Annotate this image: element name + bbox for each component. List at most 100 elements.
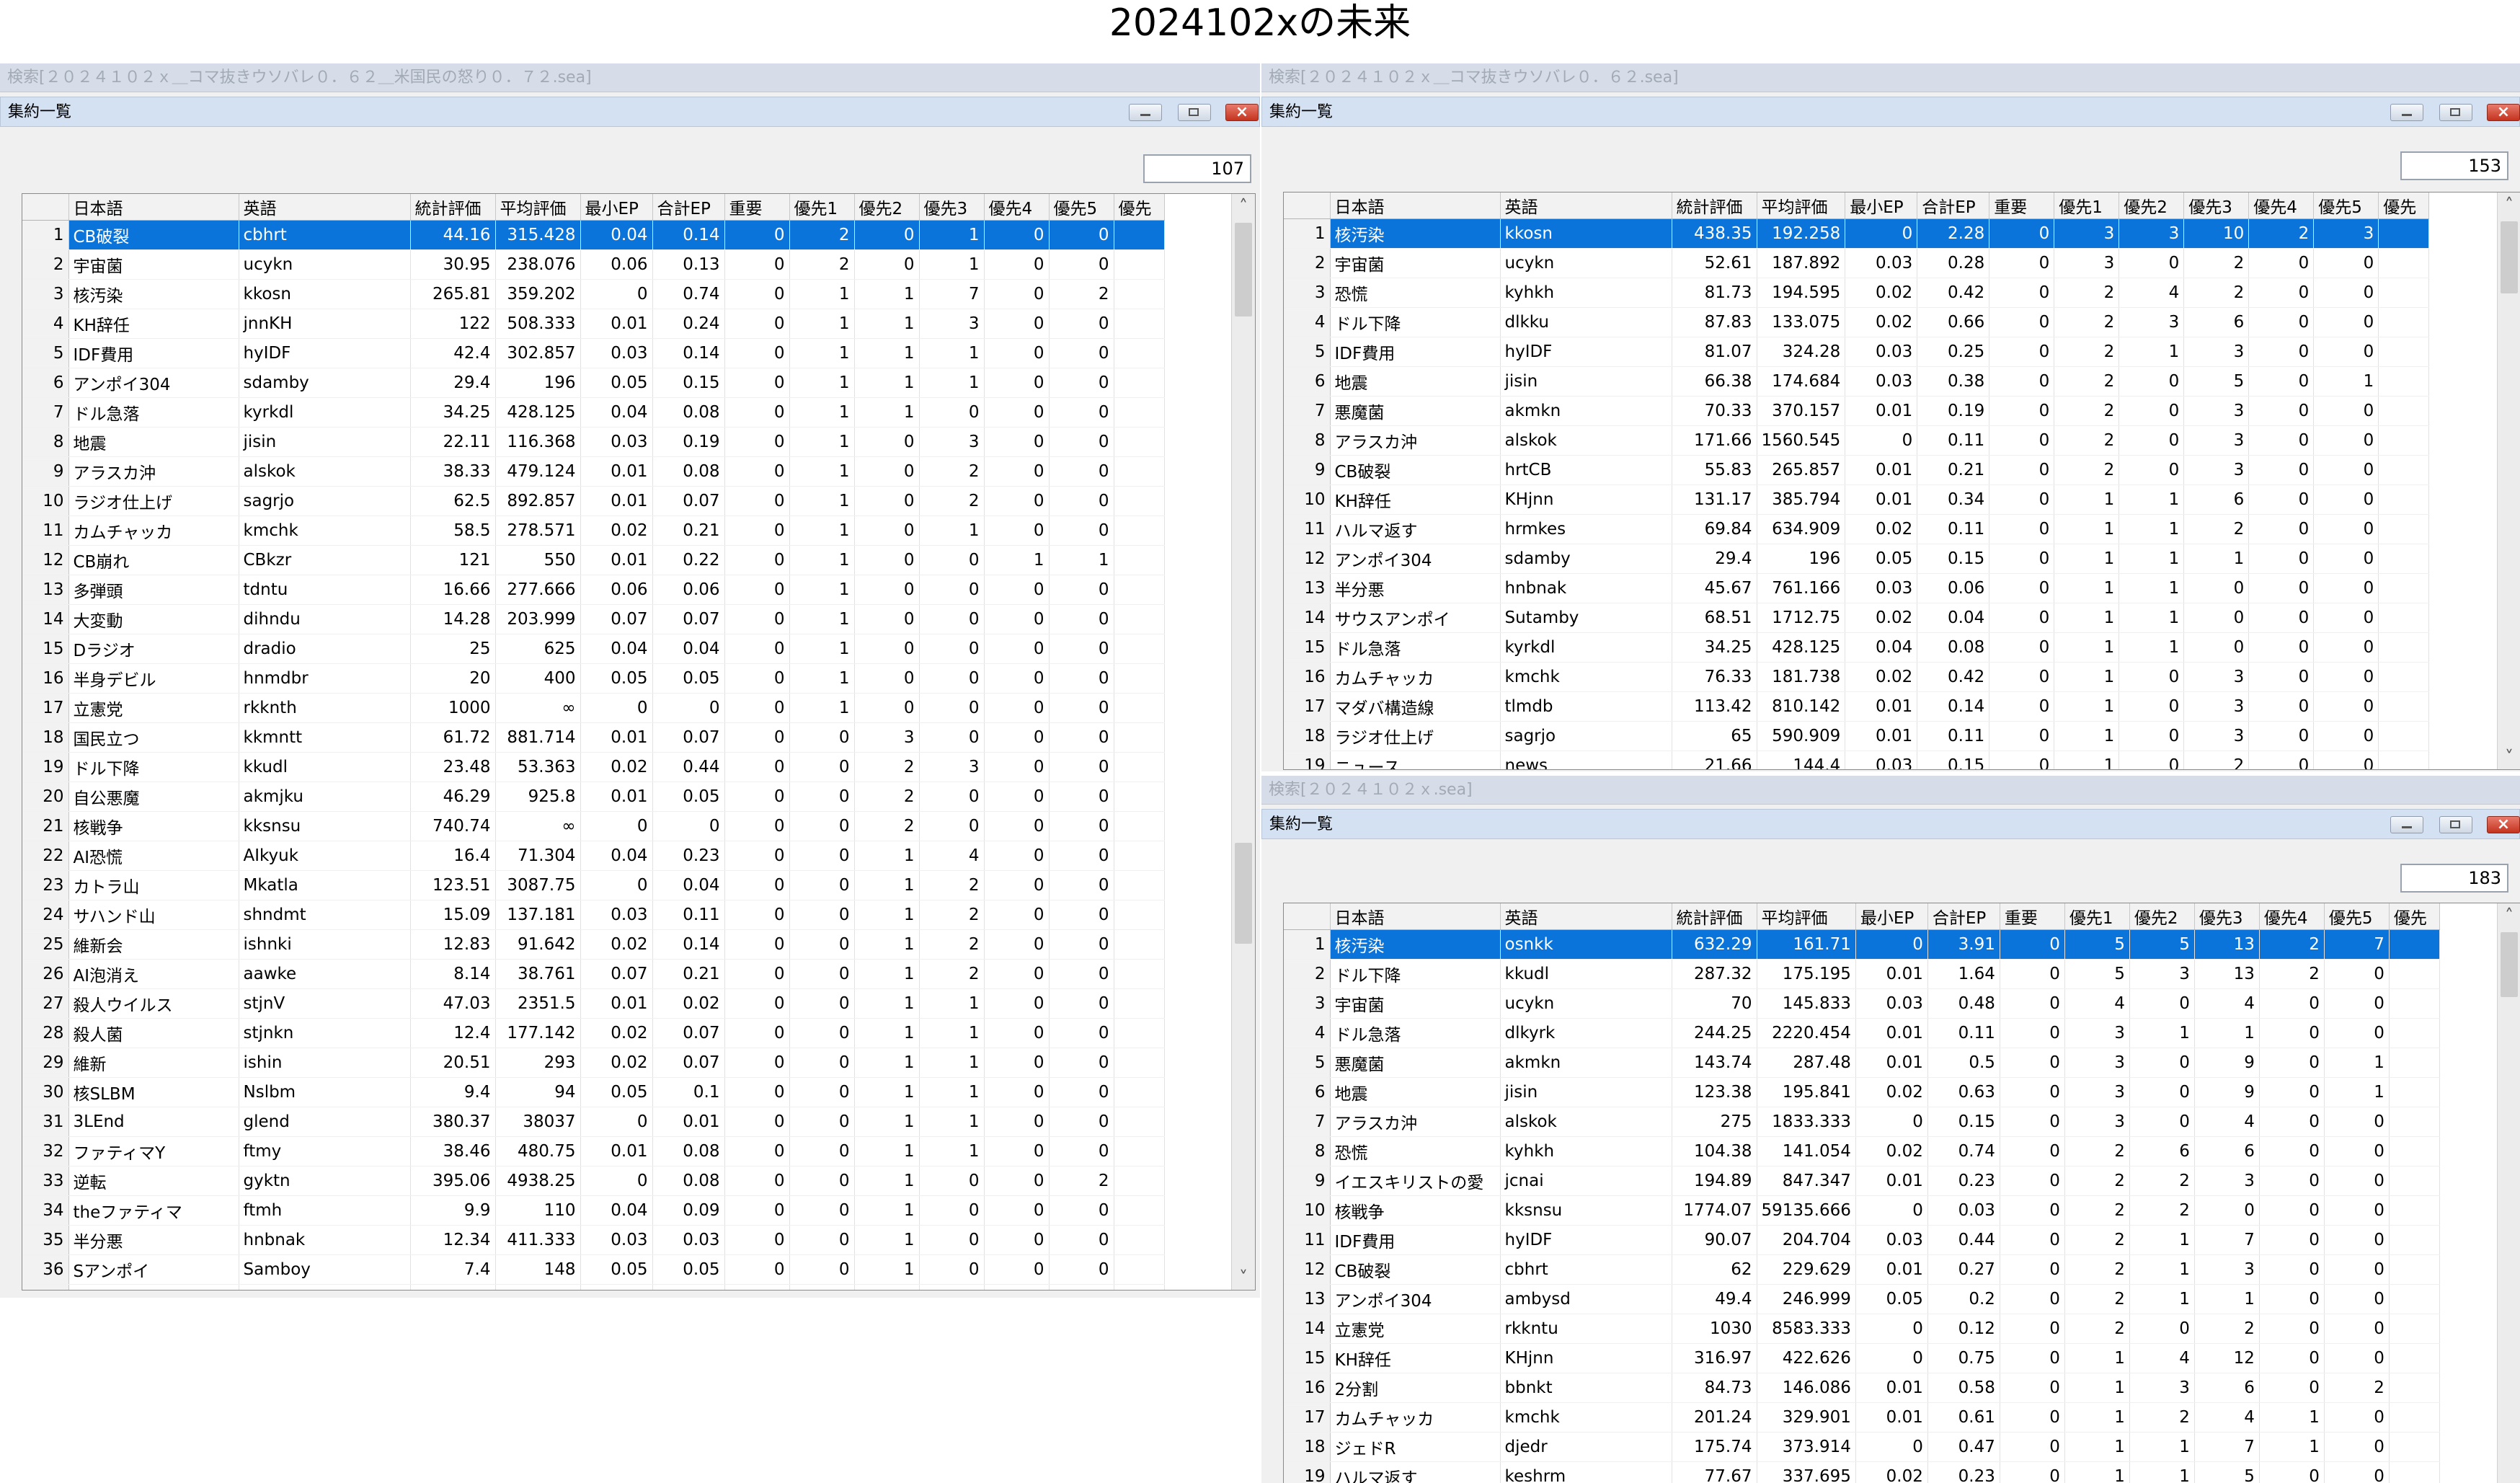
cell-avg-score[interactable]: 508.333 xyxy=(495,309,581,339)
cell-important[interactable]: 0 xyxy=(1989,514,2055,544)
row-number[interactable]: 10 xyxy=(22,486,69,516)
table-row[interactable]: 7 悪魔菌 akmkn 70.33 370.157 0.01 0.19 0 2 0 3 0 0 xyxy=(1284,396,2430,426)
cell-english[interactable]: ambysd xyxy=(1500,1284,1672,1314)
cell-total-ep[interactable]: 0.5 xyxy=(1927,1048,2000,1078)
cell-priority-6[interactable] xyxy=(2389,1136,2440,1167)
cell-total-ep[interactable]: 0.19 xyxy=(652,427,725,457)
cell-stat-score[interactable]: 23.48 xyxy=(410,752,496,782)
cell-min-ep[interactable]: 0.01 xyxy=(580,545,653,575)
cell-total-ep[interactable]: 0.13 xyxy=(652,249,725,280)
cell-japanese[interactable]: ラジオ仕上げ xyxy=(1330,721,1501,751)
cell-stat-score[interactable]: 69.84 xyxy=(1672,514,1757,544)
cell-total-ep[interactable]: 3.91 xyxy=(1927,929,2000,960)
cell-priority-5[interactable]: 0 xyxy=(1049,1195,1114,1226)
cell-priority-2[interactable]: 1 xyxy=(854,959,920,989)
cell-japanese[interactable]: 宇宙菌 xyxy=(68,249,239,280)
cell-japanese[interactable]: KH辞任 xyxy=(68,309,239,339)
cell-priority-1[interactable]: 1 xyxy=(789,368,855,398)
cell-min-ep[interactable]: 0.03 xyxy=(1855,988,1928,1019)
cell-total-ep[interactable]: 0.11 xyxy=(652,900,725,930)
cell-avg-score[interactable]: 1712.75 xyxy=(1757,603,1846,633)
cell-english[interactable]: cbhrt xyxy=(239,220,411,250)
cell-stat-score[interactable]: 47.03 xyxy=(410,988,496,1019)
cell-priority-3[interactable]: 0 xyxy=(919,1195,985,1226)
cell-priority-3[interactable]: 3 xyxy=(919,309,985,339)
cell-avg-score[interactable]: 94 xyxy=(495,1077,581,1107)
cell-priority-1[interactable]: 1 xyxy=(2054,691,2120,722)
cell-avg-score[interactable]: 324.28 xyxy=(1757,337,1846,367)
cell-priority-5[interactable]: 1 xyxy=(1049,545,1114,575)
table-row[interactable]: 5 悪魔菌 akmkn 143.74 287.48 0.01 0.5 0 3 0 9 0 1 xyxy=(1284,1048,2440,1078)
table-row[interactable]: 21 核戦争 kksnsu 740.74 ∞ 0 0 0 0 2 0 0 0 xyxy=(22,811,1165,841)
cell-total-ep[interactable]: 0.09 xyxy=(652,1195,725,1226)
cell-english[interactable]: djedr xyxy=(1500,1432,1672,1462)
cell-priority-3[interactable]: 3 xyxy=(2183,455,2250,485)
cell-priority-4[interactable]: 0 xyxy=(2248,278,2315,308)
row-number[interactable]: 25 xyxy=(22,929,69,960)
cell-priority-6[interactable] xyxy=(2389,1343,2440,1373)
cell-english[interactable]: akmjku xyxy=(239,782,411,812)
row-number[interactable]: 13 xyxy=(22,575,69,605)
cell-priority-4[interactable]: 0 xyxy=(984,515,1050,546)
cell-priority-3[interactable]: 9 xyxy=(2194,1077,2260,1107)
cell-priority-4[interactable]: 0 xyxy=(2259,1225,2325,1255)
cell-priority-1[interactable]: 2 xyxy=(2064,1166,2130,1196)
cell-avg-score[interactable]: 59135.666 xyxy=(1757,1195,1856,1226)
row-number[interactable]: 2 xyxy=(1284,248,1331,278)
cell-avg-score[interactable]: 110 xyxy=(495,1195,581,1226)
cell-japanese[interactable]: Sアンポイ xyxy=(68,1254,239,1285)
cell-priority-5[interactable]: 2 xyxy=(1049,279,1114,309)
cell-priority-5[interactable]: 0 xyxy=(1049,1284,1114,1290)
cell-priority-5[interactable]: 0 xyxy=(2313,544,2379,574)
cell-priority-4[interactable]: 0 xyxy=(984,338,1050,368)
cell-english[interactable]: hyIDF xyxy=(1500,1225,1672,1255)
cell-min-ep[interactable]: 0.01 xyxy=(580,722,653,753)
cell-priority-4[interactable]: 0 xyxy=(2259,1373,2325,1403)
cell-english[interactable]: hyIDF xyxy=(239,338,411,368)
cell-important[interactable]: 0 xyxy=(724,397,790,428)
cell-priority-3[interactable]: 2 xyxy=(919,959,985,989)
table-row[interactable]: 8 地震 jisin 22.11 116.368 0.03 0.19 0 1 0 3 0 0 xyxy=(22,427,1165,457)
column-header-total-ep[interactable]: 合計EP xyxy=(652,194,725,221)
cell-priority-1[interactable]: 0 xyxy=(789,1284,855,1290)
cell-priority-3[interactable]: 1 xyxy=(919,1018,985,1048)
cell-total-ep[interactable]: 0.11 xyxy=(1927,1018,2000,1048)
cell-priority-2[interactable]: 0 xyxy=(854,575,920,605)
cell-total-ep[interactable]: 0.44 xyxy=(1927,1225,2000,1255)
cell-japanese[interactable]: 宇宙菌 xyxy=(1330,248,1501,278)
cell-avg-score[interactable]: 1560.545 xyxy=(1757,425,1846,456)
cell-priority-5[interactable]: 0 xyxy=(2313,425,2379,456)
cell-english[interactable]: ishnki xyxy=(239,929,411,960)
cell-important[interactable]: 0 xyxy=(2000,1166,2065,1196)
cell-priority-3[interactable]: 2 xyxy=(2194,1314,2260,1344)
cell-priority-3[interactable]: 0 xyxy=(2194,1195,2260,1226)
cell-priority-1[interactable]: 1 xyxy=(789,486,855,516)
cell-total-ep[interactable]: 0.74 xyxy=(652,279,725,309)
row-number[interactable]: 26 xyxy=(22,959,69,989)
cell-stat-score[interactable]: 9.9 xyxy=(410,1195,496,1226)
cell-priority-5[interactable]: 0 xyxy=(1049,1018,1114,1048)
row-number[interactable]: 19 xyxy=(1284,751,1331,769)
cell-priority-5[interactable]: 0 xyxy=(1049,249,1114,280)
cell-stat-score[interactable]: 380.37 xyxy=(410,1107,496,1137)
cell-avg-score[interactable]: 2351.5 xyxy=(495,988,581,1019)
cell-priority-1[interactable]: 0 xyxy=(789,870,855,900)
cell-priority-5[interactable]: 0 xyxy=(2313,455,2379,485)
cell-priority-4[interactable]: 0 xyxy=(2259,1136,2325,1167)
cell-english[interactable]: stjnV xyxy=(239,988,411,1019)
cell-total-ep[interactable]: 0.21 xyxy=(652,959,725,989)
cell-japanese[interactable]: 維新会 xyxy=(68,929,239,960)
cell-important[interactable]: 0 xyxy=(724,456,790,487)
cell-priority-1[interactable]: 0 xyxy=(789,929,855,960)
table-row[interactable]: 14 大変動 dihndu 14.28 203.999 0.07 0.07 0 1 0 0 0 0 xyxy=(22,604,1165,634)
cell-japanese[interactable]: 核戦争 xyxy=(1330,1195,1501,1226)
cell-priority-1[interactable]: 1 xyxy=(789,604,855,634)
cell-priority-3[interactable]: 4 xyxy=(2194,988,2260,1019)
cell-english[interactable]: rkkntu xyxy=(1500,1314,1672,1344)
cell-total-ep[interactable]: 0.63 xyxy=(1927,1077,2000,1107)
cell-important[interactable]: 0 xyxy=(724,309,790,339)
cell-priority-1[interactable]: 2 xyxy=(2054,366,2120,397)
cell-priority-4[interactable]: 0 xyxy=(2259,1284,2325,1314)
cell-english[interactable]: kkudl xyxy=(1500,959,1672,989)
table-row[interactable]: 24 サハンド山 shndmt 15.09 137.181 0.03 0.11 0 0 1 2 0 0 xyxy=(22,900,1165,930)
